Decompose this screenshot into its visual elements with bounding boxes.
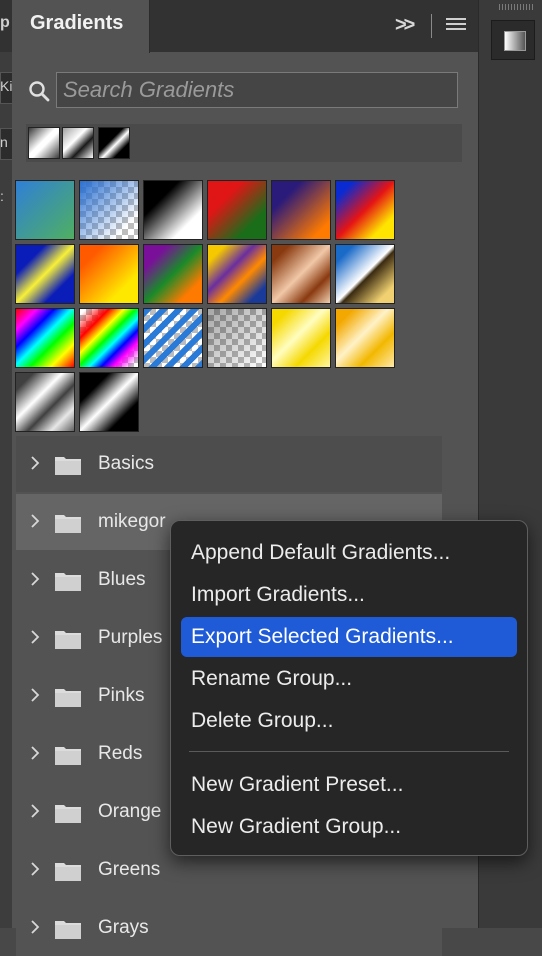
dock-grip[interactable] — [499, 4, 535, 10]
group-name: Purples — [98, 627, 163, 648]
gradient-violet-orange[interactable] — [271, 180, 331, 240]
group-row[interactable]: Grays — [16, 900, 442, 956]
menu-item-label: Delete Group... — [191, 709, 334, 732]
menu-item-label: New Gradient Preset... — [191, 773, 404, 796]
chevron-right-icon[interactable] — [30, 804, 40, 818]
group-row[interactable]: Basics — [16, 436, 442, 492]
gradient-yellow-violet-orange-blue[interactable] — [207, 244, 267, 304]
panel-header: Gradients >> — [12, 0, 478, 53]
adjacent-label: Ki — [0, 78, 13, 94]
folder-icon — [55, 631, 81, 649]
gradient-neutral-density[interactable] — [207, 308, 267, 368]
chevron-right-icon[interactable] — [30, 630, 40, 644]
menu-divider — [189, 751, 509, 752]
folder-icon — [55, 689, 81, 707]
folder-icon — [55, 747, 81, 765]
gradient-copper[interactable] — [271, 244, 331, 304]
chevron-right-icon[interactable] — [30, 920, 40, 934]
adjacent-tab-char: p — [0, 14, 10, 31]
gradient-violet-green-orange[interactable] — [143, 244, 203, 304]
context-menu: Append Default Gradients... Import Gradie… — [170, 520, 528, 856]
recent-gradient-1[interactable] — [28, 127, 60, 159]
gradient-blue-red-yellow[interactable] — [335, 180, 395, 240]
gradient-chrome[interactable] — [335, 244, 395, 304]
gradient-transparent-rainbow[interactable] — [79, 308, 139, 368]
gradient-red-green[interactable] — [207, 180, 267, 240]
menu-item-label: Rename Group... — [191, 667, 353, 690]
recent-gradient-3[interactable] — [98, 127, 130, 159]
gradient-blue-transparent[interactable] — [79, 180, 139, 240]
search-field[interactable] — [56, 72, 458, 108]
gradient-silver[interactable] — [15, 372, 75, 432]
group-name: mikegor — [98, 511, 166, 532]
gradient-spectrum[interactable] — [15, 308, 75, 368]
group-name: Grays — [98, 917, 149, 938]
folder-icon — [55, 863, 81, 881]
menu-item-label: Append Default Gradients... — [191, 541, 451, 564]
menu-item-append-default-gradients[interactable]: Append Default Gradients... — [181, 533, 517, 573]
chevron-right-icon[interactable] — [30, 456, 40, 470]
gradient-blue-green[interactable] — [15, 180, 75, 240]
expand-icon[interactable]: >> — [395, 14, 415, 37]
group-name: Reds — [98, 743, 143, 764]
gradient-black-white[interactable] — [143, 180, 203, 240]
menu-item-delete-group[interactable]: Delete Group... — [181, 701, 517, 741]
panel-title: Gradients — [30, 12, 124, 34]
tab-gradients[interactable]: Gradients — [12, 0, 150, 53]
chevron-right-icon[interactable] — [30, 514, 40, 528]
group-name: Blues — [98, 569, 146, 590]
adjacent-label: n — [0, 134, 8, 150]
folder-icon — [55, 457, 81, 475]
chevron-right-icon[interactable] — [30, 688, 40, 702]
menu-item-new-gradient-preset[interactable]: New Gradient Preset... — [181, 765, 517, 805]
menu-item-label: New Gradient Group... — [191, 815, 402, 838]
folder-icon — [55, 805, 81, 823]
group-name: Orange — [98, 801, 162, 822]
gradient-icon — [504, 31, 526, 51]
menu-item-export-selected-gradients[interactable]: Export Selected Gradients... — [181, 617, 517, 657]
group-name: Basics — [98, 453, 154, 474]
search-icon — [29, 81, 50, 102]
menu-item-label: Import Gradients... — [191, 583, 365, 606]
menu-item-rename-group[interactable]: Rename Group... — [181, 659, 517, 699]
gradient-orange-yellow[interactable] — [79, 244, 139, 304]
folder-icon — [55, 515, 81, 533]
menu-item-label: Export Selected Gradients... — [191, 625, 454, 648]
header-divider — [431, 14, 432, 38]
group-name: Greens — [98, 859, 161, 880]
adjacent-panel-strip: p Ki n : — [0, 0, 14, 928]
gradient-transparent-stripes[interactable] — [143, 308, 203, 368]
menu-item-new-gradient-group[interactable]: New Gradient Group... — [181, 807, 517, 847]
folder-icon — [55, 573, 81, 591]
chevron-right-icon[interactable] — [30, 862, 40, 876]
menu-item-import-gradients[interactable]: Import Gradients... — [181, 575, 517, 615]
search-input[interactable] — [57, 73, 457, 107]
group-name: Pinks — [98, 685, 145, 706]
panel-menu-icon[interactable] — [446, 18, 466, 33]
gradient-yellow-sheen[interactable] — [271, 308, 331, 368]
chevron-right-icon[interactable] — [30, 572, 40, 586]
chevron-right-icon[interactable] — [30, 746, 40, 760]
gradients-dock-button[interactable] — [491, 20, 535, 60]
gradient-gold-sheen[interactable] — [335, 308, 395, 368]
gradient-blue-yellow-blue[interactable] — [15, 244, 75, 304]
recent-gradient-2[interactable] — [62, 127, 94, 159]
folder-icon — [55, 921, 81, 939]
gradient-black-silver[interactable] — [79, 372, 139, 432]
adjacent-label: : — [0, 188, 4, 204]
